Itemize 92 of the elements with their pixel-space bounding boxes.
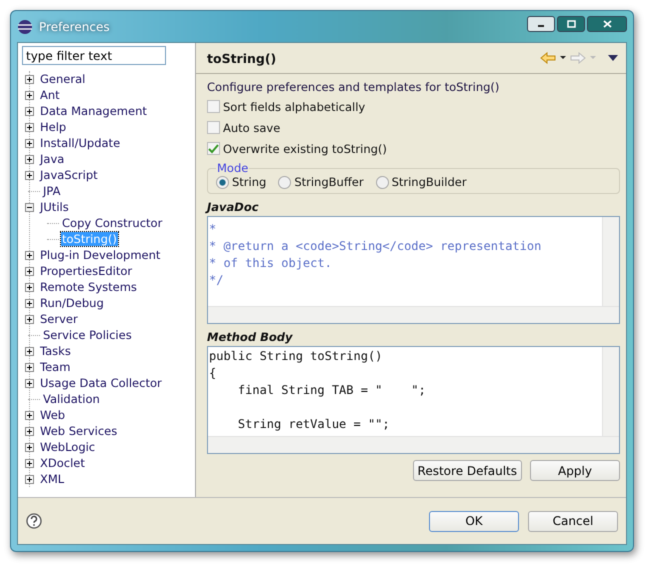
close-icon (602, 20, 612, 28)
expand-icon[interactable] (25, 362, 34, 372)
expand-icon[interactable] (25, 266, 34, 276)
tree-item[interactable]: Run/Debug (39, 296, 105, 310)
code-line: * (209, 221, 218, 238)
group-label: Mode (216, 161, 250, 175)
checkbox[interactable] (207, 142, 220, 155)
close-button[interactable] (587, 16, 627, 32)
maximize-icon (566, 20, 576, 28)
checkbox[interactable] (207, 100, 220, 113)
tree-item[interactable]: Ant (39, 88, 61, 102)
expand-icon[interactable] (25, 170, 34, 180)
expand-icon[interactable] (25, 250, 34, 260)
checkbox-label: Auto save (223, 120, 280, 134)
radio-label: StringBuilder (392, 175, 467, 189)
tree-item[interactable]: XML (39, 472, 66, 486)
tree-item[interactable]: JavaScript (39, 168, 99, 182)
help-icon[interactable] (26, 513, 42, 529)
expand-icon[interactable] (25, 474, 34, 484)
expand-icon[interactable] (25, 410, 34, 420)
expand-icon[interactable] (25, 154, 34, 164)
page-title: toString() (207, 50, 276, 66)
tree-item[interactable]: Remote Systems (39, 280, 138, 294)
expand-icon[interactable] (25, 458, 34, 468)
tree-item[interactable]: Plug-in Development (39, 248, 162, 262)
tree-item[interactable]: Install/Update (39, 136, 122, 150)
code-line: * @return a <code>String</code> representation (209, 238, 542, 255)
javadoc-editor[interactable]: * * @return a <code>String</code> representation * of this object. */ (207, 216, 620, 324)
tree-item[interactable]: Java (39, 152, 66, 166)
tree-item[interactable]: General (39, 72, 86, 86)
code-line: public String toString() (209, 348, 384, 365)
checkbox-label: Sort fields alphabetically (223, 100, 366, 114)
tree-item[interactable]: Server (39, 312, 79, 326)
code-line: String retValue = ""; (236, 416, 391, 433)
tree-item[interactable]: Data Management (39, 104, 148, 118)
filter-field[interactable]: type filter text (22, 46, 166, 65)
radio-label: String (232, 175, 266, 189)
dropdown-icon[interactable] (560, 56, 566, 60)
radio-button[interactable] (278, 176, 292, 188)
page-button[interactable]: Restore Defaults (412, 460, 522, 481)
collapse-icon[interactable] (25, 202, 34, 212)
tree-item[interactable]: Tasks (39, 344, 72, 358)
checkbox[interactable] (207, 121, 220, 134)
horizontal-scrollbar[interactable] (208, 306, 619, 323)
tree-item[interactable]: Team (39, 360, 72, 374)
tree-item[interactable]: JUtils (39, 200, 70, 214)
page-button[interactable]: Apply (530, 460, 620, 481)
expand-icon[interactable] (25, 90, 34, 100)
radio-label: StringBuffer (294, 175, 364, 189)
code-line: * of this object. (209, 255, 333, 272)
expand-icon[interactable] (25, 282, 34, 292)
tree-item[interactable]: XDoclet (39, 456, 86, 470)
expand-icon[interactable] (25, 298, 34, 308)
description: Configure preferences and templates for toString() (207, 79, 500, 96)
expand-icon[interactable] (25, 346, 34, 356)
expand-icon[interactable] (25, 378, 34, 388)
expand-icon[interactable] (25, 314, 34, 324)
section-label: Method Body (207, 330, 294, 344)
tree-item[interactable]: Service Policies (42, 328, 133, 342)
radio-button[interactable] (216, 176, 229, 188)
expand-icon[interactable] (25, 426, 34, 436)
view-menu-icon[interactable] (608, 55, 618, 61)
tree-item[interactable]: Web Services (39, 424, 118, 438)
tree-item[interactable]: Copy Constructor (61, 216, 164, 230)
expand-icon[interactable] (25, 442, 34, 452)
tree-item[interactable]: WebLogic (39, 440, 96, 454)
expand-icon[interactable] (25, 138, 34, 148)
method-body-editor[interactable]: public String toString() { final String TAB = " "; String retValue = ""; (207, 346, 620, 454)
section-label: JavaDoc (207, 200, 260, 214)
dialog-button[interactable]: Cancel (528, 510, 618, 532)
radio-button[interactable] (376, 176, 389, 188)
maximize-button[interactable] (557, 16, 585, 32)
tree-item[interactable]: JPA (42, 184, 62, 198)
globe-icon (17, 18, 33, 34)
expand-icon[interactable] (25, 106, 34, 116)
code-line: { (209, 365, 218, 382)
tree-item[interactable]: Web (39, 408, 66, 422)
tree-item[interactable]: Usage Data Collector (39, 376, 163, 390)
dialog-button[interactable]: OK (429, 510, 519, 532)
code-line: final String TAB = " "; (236, 382, 427, 399)
checkbox-label: Overwrite existing toString() (223, 142, 387, 156)
window-title: Preferences (39, 20, 110, 34)
expand-icon[interactable] (25, 122, 34, 132)
tree-item[interactable]: Help (39, 120, 68, 134)
horizontal-scrollbar[interactable] (208, 436, 619, 453)
vertical-scrollbar[interactable] (602, 217, 619, 306)
tree-item[interactable]: Validation (42, 392, 101, 406)
tree-item[interactable]: PropertiesEditor (39, 264, 134, 278)
vertical-scrollbar[interactable] (602, 347, 619, 436)
minimize-button[interactable] (527, 16, 555, 32)
expand-icon[interactable] (25, 74, 34, 84)
code-line: */ (209, 272, 224, 289)
